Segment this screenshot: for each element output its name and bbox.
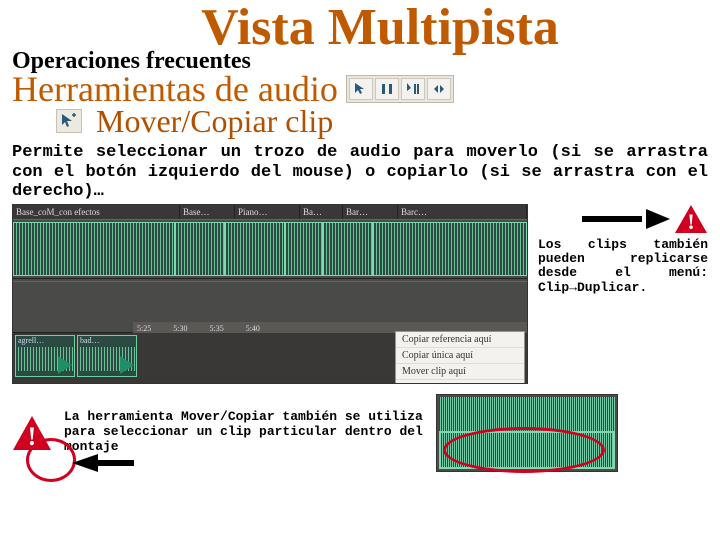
heading-audio-tools: Herramientas de audio	[12, 71, 708, 107]
clip-name: Barc…	[398, 205, 527, 219]
bin-clip-label: agrell…	[18, 336, 44, 345]
tool-move-icon[interactable]	[349, 78, 373, 100]
selected-clip-screenshot	[436, 394, 618, 472]
audio-clip[interactable]	[373, 222, 527, 276]
highlight-circle	[443, 427, 605, 473]
tool-scrub-icon[interactable]	[427, 78, 451, 100]
heading-move-copy: Mover/Copiar clip	[56, 105, 708, 137]
tool-hybrid-icon[interactable]	[401, 78, 425, 100]
page-title: Vista Multipista	[52, 2, 708, 54]
clip-name: Base…	[180, 205, 235, 219]
clip-header-row: Base_coM_con efectos Base… Piano… Ba… Ba…	[13, 205, 527, 219]
description-paragraph: Permite seleccionar un trozo de audio pa…	[12, 143, 708, 202]
tool-time-select-icon[interactable]	[375, 78, 399, 100]
bin-clip[interactable]: bad…	[77, 335, 137, 377]
bin-clip-label: bad…	[80, 336, 100, 345]
duplicate-note: Los clips también pueden replicarse desd…	[538, 238, 708, 295]
audio-clip[interactable]	[175, 222, 225, 276]
multitrack-editor-screenshot: Base_coM_con efectos Base… Piano… Ba… Ba…	[12, 204, 528, 384]
clip-name: Piano…	[235, 205, 300, 219]
context-menu-item[interactable]: Mover clip aquí	[396, 364, 524, 380]
warning-icon: !	[674, 204, 708, 234]
context-menu-item[interactable]: Cancelar	[396, 380, 524, 384]
arrow-to-warning: !	[538, 204, 708, 234]
clip-name: Bar…	[343, 205, 398, 219]
select-clip-note: La herramienta Mover/Copiar también se u…	[64, 410, 424, 455]
audio-clip[interactable]	[13, 222, 175, 276]
move-copy-tool-icon	[56, 109, 82, 133]
play-icon	[120, 356, 134, 374]
context-menu-item[interactable]: Copiar referencia aquí	[396, 332, 524, 348]
svg-text:!: !	[687, 209, 694, 234]
audio-clip[interactable]	[225, 222, 285, 276]
audio-tools-toolbar	[346, 75, 454, 103]
arrow-from-clip	[72, 454, 98, 472]
highlight-circle	[26, 438, 76, 482]
clip-name: Base_coM_con efectos	[13, 205, 180, 219]
play-icon	[58, 356, 72, 374]
context-menu: Copiar referencia aquí Copiar única aquí…	[395, 331, 525, 384]
bin-clip[interactable]: agrell…	[15, 335, 75, 377]
clip-name: Ba…	[300, 205, 343, 219]
heading-audio-tools-text: Herramientas de audio	[12, 71, 338, 107]
heading-move-copy-text: Mover/Copiar clip	[96, 105, 333, 137]
track-1	[13, 219, 527, 279]
audio-clip[interactable]	[285, 222, 323, 276]
audio-clip[interactable]	[323, 222, 373, 276]
context-menu-item[interactable]: Copiar única aquí	[396, 348, 524, 364]
